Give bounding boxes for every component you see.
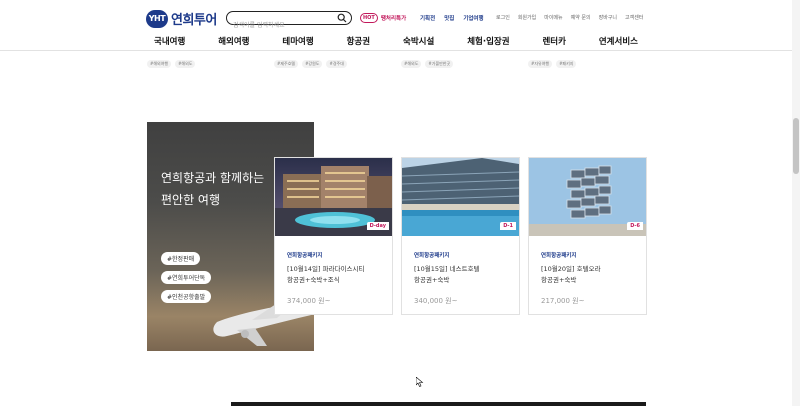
nav-experience-tickets[interactable]: 체험·입장권 [458,35,518,49]
tag-group: #자유여행 #패키지 [528,60,577,68]
card-price: 374,000 원~ [287,297,331,305]
nav-theme-travel[interactable]: 테마여행 [273,35,322,49]
hot-deal-link[interactable]: HOT 땡처리특가 [360,13,406,23]
hashtag[interactable]: #강원도 [302,60,323,68]
site-logo[interactable]: YHT 연희투어 [146,9,217,28]
header-main-links: 기획전 맛집 기업여행 [420,14,484,22]
promo-title-line: 편안한 여행 [161,193,221,207]
card-title-line: [10월15일] 네스트호텔 [414,265,480,273]
tag-group: #해외여행 #해외도 [147,60,196,68]
d-day-badge: D-day [366,222,389,230]
hashtag[interactable]: #해외여행 [147,60,172,68]
header-utility-links: 로그인 회원가입 마이메뉴 예약 문의 장바구니 고객센터 [496,14,643,21]
link-cart[interactable]: 장바구니 [599,14,617,21]
tag-group: #해외도 #가볼만한곳 [401,60,454,68]
hashtag[interactable]: #해외도 [175,60,196,68]
nav-accommodation[interactable]: 숙박시설 [394,35,443,49]
logo-text: 연희투어 [171,13,217,28]
link-signup[interactable]: 회원가입 [518,14,536,21]
mouse-cursor-icon [416,377,424,387]
card-title-line: 항공권+숙박+조식 [287,276,340,284]
card-title-line: 항공권+숙박 [414,276,450,284]
page: YHT 연희투어 HOT 땡처리특가 기획전 맛집 기업여행 로그인 회원가입 … [0,0,800,406]
link-login[interactable]: 로그인 [496,14,510,21]
card-title: [10월20일] 호텔오라 항공권+숙박 [541,264,641,286]
promo-title: 연희항공과 함께하는 편안한 여행 [161,167,264,211]
promo-hashtag[interactable]: #인천공항출발 [161,290,212,303]
tag-group: #제주호텔 #강원도 #경주대 [274,60,347,68]
hot-badge: HOT [360,13,378,23]
logo-badge: YHT [146,9,168,28]
product-card[interactable]: D-day 연희항공패키지 [10월14일] 파라다이스시티 항공권+숙박+조식… [274,157,393,315]
search-icon[interactable] [337,13,347,23]
product-card[interactable]: D-6 연희항공패키지 [10월20일] 호텔오라 항공권+숙박 217,000… [528,157,647,315]
link-restaurants[interactable]: 맛집 [444,14,454,22]
hashtag[interactable]: #패키지 [556,60,577,68]
link-corporate-travel[interactable]: 기업여행 [463,14,483,22]
card-title: [10월14일] 파라다이스시티 항공권+숙박+조식 [287,264,387,286]
card-title: [10월15일] 네스트호텔 항공권+숙박 [414,264,514,286]
card-price: 217,000 원~ [541,297,585,305]
hashtag[interactable]: #제주호텔 [274,60,299,68]
hashtag[interactable]: #경주대 [326,60,347,68]
next-section-edge [231,402,646,406]
nav-overseas-travel[interactable]: 해외여행 [209,35,258,49]
hashtag[interactable]: #가볼만한곳 [425,60,454,68]
link-reservation-inquiry[interactable]: 예약 문의 [571,14,591,21]
nav-linked-services[interactable]: 연계서비스 [590,35,647,49]
link-customer-center[interactable]: 고객센터 [625,14,643,21]
search-box [226,11,352,31]
hotel-image: D-6 [529,158,646,236]
hot-deal-label: 땡처리특가 [380,16,407,22]
card-category: 연희항공패키지 [287,253,323,259]
vertical-scrollbar[interactable] [792,0,800,406]
promo-tags: #한정판매 #연희투어단독 #인천공항출발 [161,252,212,303]
d-day-badge: D-1 [500,222,516,230]
card-price: 340,000 원~ [414,297,458,305]
card-title-line: [10월20일] 호텔오라 [541,265,601,273]
hashtag[interactable]: #자유여행 [528,60,553,68]
product-card[interactable]: D-1 연희항공패키지 [10월15일] 네스트호텔 항공권+숙박 340,00… [401,157,520,315]
d-day-badge: D-6 [627,222,643,230]
search-input[interactable] [227,20,335,31]
hotel-image: D-1 [402,158,519,236]
promo-hashtag[interactable]: #한정판매 [161,252,201,265]
nav-domestic-travel[interactable]: 국내여행 [145,35,194,49]
nav-air-tickets[interactable]: 항공권 [338,35,379,49]
hashtag[interactable]: #해외도 [401,60,422,68]
hotel-image: D-day [275,158,392,236]
promo-hashtag[interactable]: #연희투어단독 [161,271,212,284]
nav-rent-a-car[interactable]: 렌터카 [533,35,574,49]
card-category: 연희항공패키지 [541,253,577,259]
card-category: 연희항공패키지 [414,253,450,259]
main-navigation: 국내여행 해외여행 테마여행 항공권 숙박시설 체험·입장권 렌터카 연계서비스 [145,35,647,49]
card-title-line: 항공권+숙박 [541,276,577,284]
scrollbar-thumb[interactable] [793,118,799,174]
card-title-line: [10월14일] 파라다이스시티 [287,265,365,273]
nav-divider [0,50,800,51]
link-exhibition[interactable]: 기획전 [420,14,435,22]
promo-title-line: 연희항공과 함께하는 [161,171,265,185]
link-my-menu[interactable]: 마이메뉴 [544,14,562,21]
